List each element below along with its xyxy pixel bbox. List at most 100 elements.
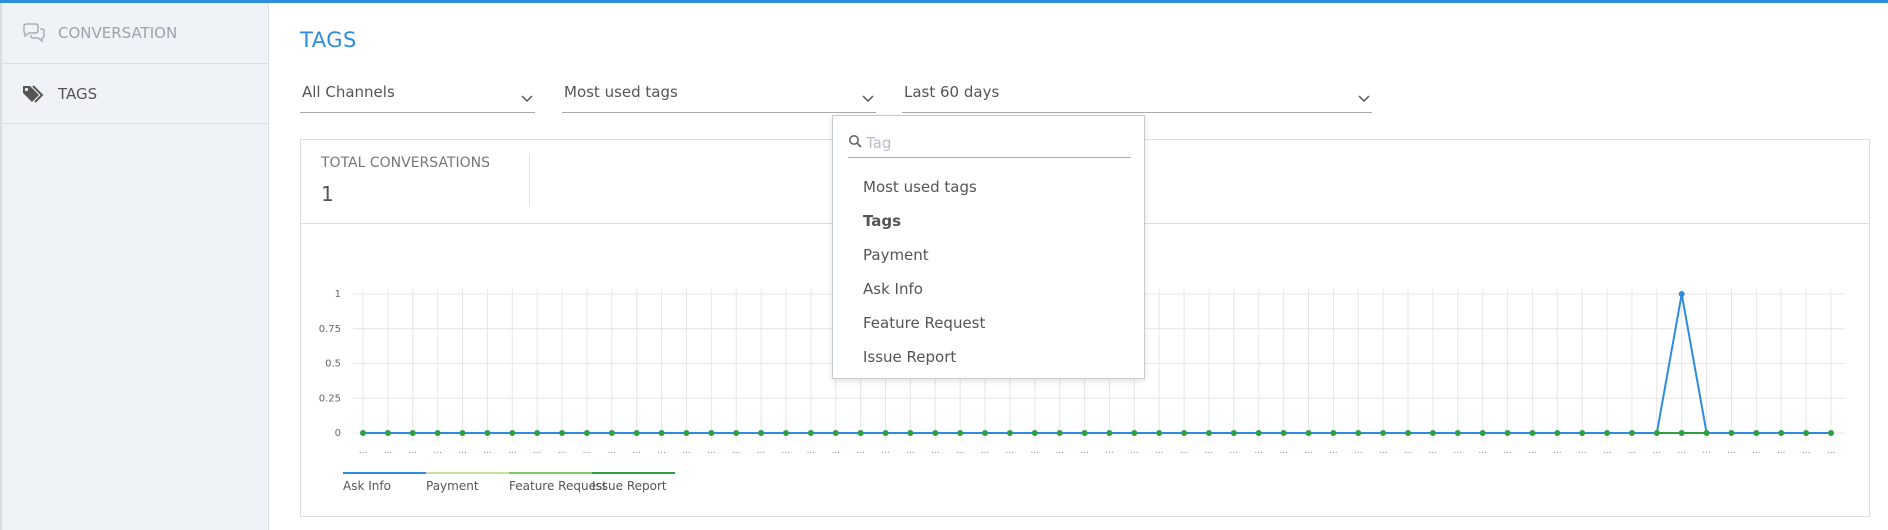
dropdown-option[interactable]: Ask Info bbox=[833, 272, 1144, 306]
data-point[interactable] bbox=[1628, 430, 1635, 436]
data-point[interactable] bbox=[1330, 430, 1337, 436]
data-point[interactable] bbox=[1156, 430, 1163, 436]
data-point[interactable] bbox=[982, 430, 989, 436]
data-point[interactable] bbox=[1429, 430, 1436, 436]
x-tick-label: ... bbox=[1528, 446, 1537, 456]
data-point[interactable] bbox=[1703, 430, 1710, 436]
data-point[interactable] bbox=[1728, 430, 1735, 436]
sidebar-item-tags[interactable]: TAGS bbox=[2, 64, 268, 124]
y-tick-label: 0.75 bbox=[319, 324, 341, 335]
data-point[interactable] bbox=[1006, 430, 1013, 436]
data-point[interactable] bbox=[1280, 430, 1287, 436]
data-point[interactable] bbox=[1205, 430, 1212, 436]
x-tick-label: ... bbox=[1329, 446, 1338, 456]
data-point[interactable] bbox=[1753, 430, 1760, 436]
channel-select[interactable]: All Channels bbox=[300, 83, 535, 113]
dropdown-option[interactable]: Tags bbox=[833, 204, 1144, 238]
data-point[interactable] bbox=[1828, 430, 1834, 436]
legend-label[interactable]: Issue Report bbox=[592, 479, 667, 493]
chevron-down-icon bbox=[521, 89, 533, 107]
x-tick-label: ... bbox=[732, 446, 741, 456]
data-point[interactable] bbox=[534, 430, 541, 436]
tag-search-input[interactable] bbox=[862, 133, 1106, 152]
sidebar-item-conversation[interactable]: CONVERSATION bbox=[2, 3, 268, 64]
data-point[interactable] bbox=[882, 430, 889, 436]
data-point[interactable] bbox=[1778, 430, 1785, 436]
data-point[interactable] bbox=[758, 430, 765, 436]
x-tick-label: ... bbox=[558, 446, 567, 456]
x-tick-label: ... bbox=[881, 446, 890, 456]
data-point[interactable] bbox=[782, 430, 789, 436]
data-point[interactable] bbox=[1355, 430, 1362, 436]
data-point[interactable] bbox=[608, 430, 615, 436]
data-point[interactable] bbox=[1106, 430, 1113, 436]
data-point[interactable] bbox=[1803, 430, 1810, 436]
x-tick-label: ... bbox=[657, 446, 666, 456]
data-point[interactable] bbox=[1081, 430, 1088, 436]
data-point[interactable] bbox=[1380, 430, 1387, 436]
x-tick-label: ... bbox=[1827, 446, 1836, 456]
data-point[interactable] bbox=[360, 430, 366, 436]
legend-label[interactable]: Ask Info bbox=[343, 479, 391, 493]
data-point[interactable] bbox=[384, 430, 391, 436]
data-point[interactable] bbox=[1653, 430, 1660, 436]
data-point[interactable] bbox=[1479, 430, 1486, 436]
y-tick-label: 0.5 bbox=[325, 359, 341, 370]
data-point[interactable] bbox=[832, 430, 839, 436]
data-point[interactable] bbox=[1529, 430, 1536, 436]
data-point[interactable] bbox=[1031, 430, 1038, 436]
data-point[interactable] bbox=[1554, 430, 1561, 436]
data-point[interactable] bbox=[509, 430, 516, 436]
tag-mode-select[interactable]: Most used tags bbox=[562, 83, 876, 113]
data-point[interactable] bbox=[409, 430, 416, 436]
tag-mode-dropdown: Most used tagsTagsPaymentAsk InfoFeature… bbox=[832, 115, 1145, 379]
data-point[interactable] bbox=[1255, 430, 1262, 436]
period-select[interactable]: Last 60 days bbox=[902, 83, 1372, 113]
data-point[interactable] bbox=[658, 430, 665, 436]
dropdown-option[interactable]: Payment bbox=[833, 238, 1144, 272]
chat-bubbles-icon bbox=[22, 23, 58, 43]
data-point[interactable] bbox=[559, 430, 566, 436]
x-tick-label: ... bbox=[583, 446, 592, 456]
data-point[interactable] bbox=[857, 430, 864, 436]
data-point[interactable] bbox=[583, 430, 590, 436]
data-point[interactable] bbox=[1678, 430, 1685, 436]
x-tick-label: ... bbox=[483, 446, 492, 456]
legend-label[interactable]: Payment bbox=[426, 479, 479, 493]
data-point[interactable] bbox=[1678, 291, 1685, 297]
data-point[interactable] bbox=[1305, 430, 1312, 436]
sidebar-item-label: CONVERSATION bbox=[58, 24, 178, 42]
dropdown-option[interactable]: Issue Report bbox=[833, 340, 1144, 374]
data-point[interactable] bbox=[1181, 430, 1188, 436]
data-point[interactable] bbox=[1131, 430, 1138, 436]
data-point[interactable] bbox=[907, 430, 914, 436]
data-point[interactable] bbox=[434, 430, 441, 436]
data-point[interactable] bbox=[1579, 430, 1586, 436]
dropdown-option[interactable]: Most used tags bbox=[833, 170, 1144, 204]
dropdown-option[interactable]: Feature Request bbox=[833, 306, 1144, 340]
page-title: TAGS bbox=[300, 28, 357, 52]
data-point[interactable] bbox=[807, 430, 814, 436]
x-tick-label: ... bbox=[1603, 446, 1612, 456]
search-icon bbox=[848, 133, 862, 152]
data-point[interactable] bbox=[1604, 430, 1611, 436]
x-tick-label: ... bbox=[981, 446, 990, 456]
data-point[interactable] bbox=[1056, 430, 1063, 436]
data-point[interactable] bbox=[1230, 430, 1237, 436]
x-tick-label: ... bbox=[1752, 446, 1761, 456]
data-point[interactable] bbox=[708, 430, 715, 436]
x-tick-label: ... bbox=[1304, 446, 1313, 456]
data-point[interactable] bbox=[459, 430, 466, 436]
data-point[interactable] bbox=[484, 430, 491, 436]
x-tick-label: ... bbox=[1155, 446, 1164, 456]
data-point[interactable] bbox=[1454, 430, 1461, 436]
data-point[interactable] bbox=[733, 430, 740, 436]
data-point[interactable] bbox=[1504, 430, 1511, 436]
data-point[interactable] bbox=[1405, 430, 1412, 436]
data-point[interactable] bbox=[683, 430, 690, 436]
x-tick-label: ... bbox=[807, 446, 816, 456]
data-point[interactable] bbox=[957, 430, 964, 436]
data-point[interactable] bbox=[932, 430, 939, 436]
data-point[interactable] bbox=[633, 430, 640, 436]
x-tick-label: ... bbox=[707, 446, 716, 456]
